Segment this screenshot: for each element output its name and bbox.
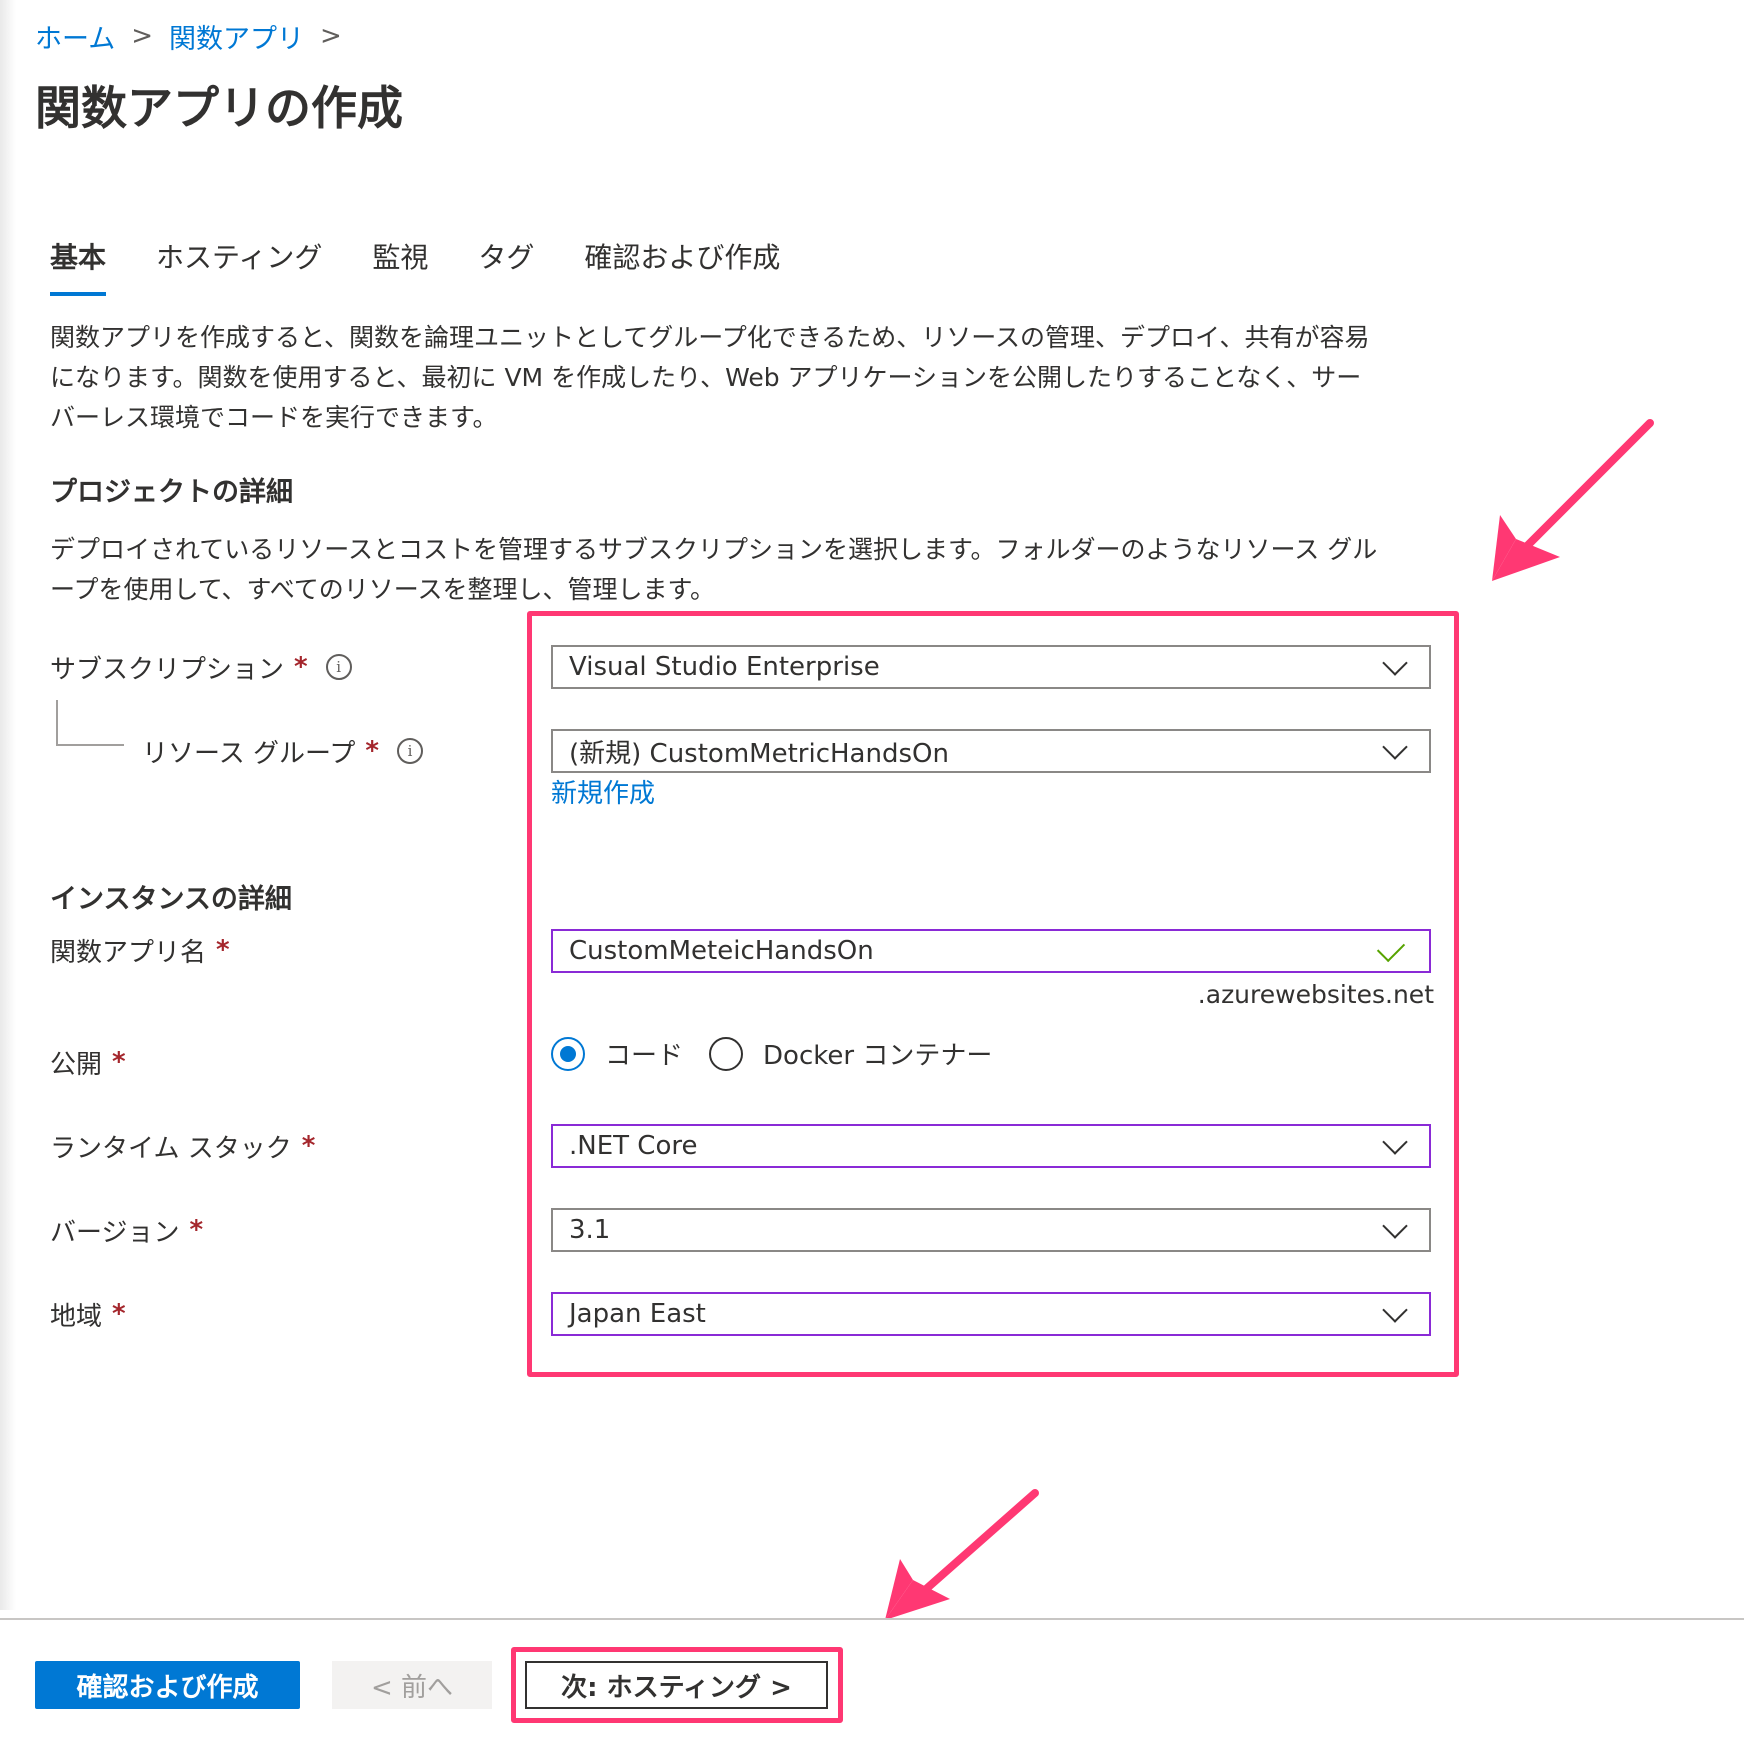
subscription-label-text: サブスクリプション [50,654,285,685]
publish-label: 公開 * [50,1040,126,1084]
left-edge-shadow [0,0,16,1610]
runtime-stack-label-text: ランタイム スタック [50,1133,292,1164]
page-title: 関数アプリの作成 [35,81,403,135]
tab-review-create[interactable]: 確認および作成 [584,236,780,296]
intro-line: バーレス環境でコードを実行できます。 [50,403,498,432]
project-details-text: デプロイされているリソースとコストを管理するサブスクリプションを選択します。フォ… [50,530,1430,610]
project-text-line: ープを使用して、すべてのリソースを整理し、管理します。 [50,575,716,604]
region-label-text: 地域 [50,1301,103,1332]
info-icon[interactable]: i [397,738,424,764]
subscription-label: サブスクリプション * i [50,645,352,689]
intro-text: 関数アプリを作成すると、関数を論理ユニットとしてグループ化できるため、リソースの… [50,318,1430,438]
annotation-arrow-icon [885,1489,1039,1620]
required-marker: * [216,935,230,965]
breadcrumb: ホーム > 関数アプリ > [35,16,358,56]
region-label: 地域 * [50,1292,126,1336]
tab-basics[interactable]: 基本 [50,236,107,296]
resource-group-label-text: リソース グループ [142,738,356,769]
tree-connector [56,700,124,746]
required-marker: * [365,736,380,766]
instance-details-heading: インスタンスの詳細 [50,884,292,915]
required-marker: * [301,1131,316,1161]
chevron-right-icon: > [320,21,342,51]
next-button-highlight-box [511,1647,843,1723]
breadcrumb-function-app-link[interactable]: 関数アプリ [169,17,304,56]
tab-bar: 基本 ホスティング 監視 タグ 確認および作成 [50,236,830,296]
intro-line: になります。関数を使用すると、最初に VM を作成したり、Web アプリケーショ… [50,363,1362,392]
tab-monitoring[interactable]: 監視 [372,236,428,296]
app-name-label: 関数アプリ名 * [50,928,230,972]
breadcrumb-home-link[interactable]: ホーム [35,17,115,56]
footer-divider [0,1618,1744,1620]
version-label-text: バージョン [50,1217,180,1248]
project-text-line: デプロイされているリソースとコストを管理するサブスクリプションを選択します。フォ… [50,535,1378,564]
required-marker: * [112,1047,126,1077]
chevron-right-icon: > [131,21,153,51]
tab-hosting[interactable]: ホスティング [156,236,322,296]
required-marker: * [294,652,308,682]
version-label: バージョン * [50,1208,203,1252]
review-create-button[interactable]: 確認および作成 [35,1661,300,1709]
resource-group-label: リソース グループ * i [142,729,424,773]
project-details-heading: プロジェクトの詳細 [50,477,293,508]
previous-button[interactable]: < 前へ [332,1661,492,1709]
publish-label-text: 公開 [50,1049,103,1080]
info-icon[interactable]: i [325,654,352,680]
form-highlight-box [527,611,1459,1377]
tab-tags[interactable]: タグ [478,236,534,296]
runtime-stack-label: ランタイム スタック * [50,1124,315,1168]
app-name-label-text: 関数アプリ名 [50,937,207,968]
required-marker: * [189,1215,204,1245]
required-marker: * [112,1299,126,1329]
intro-line: 関数アプリを作成すると、関数を論理ユニットとしてグループ化できるため、リソースの… [50,323,1370,352]
annotation-arrow-icon [1492,419,1654,581]
